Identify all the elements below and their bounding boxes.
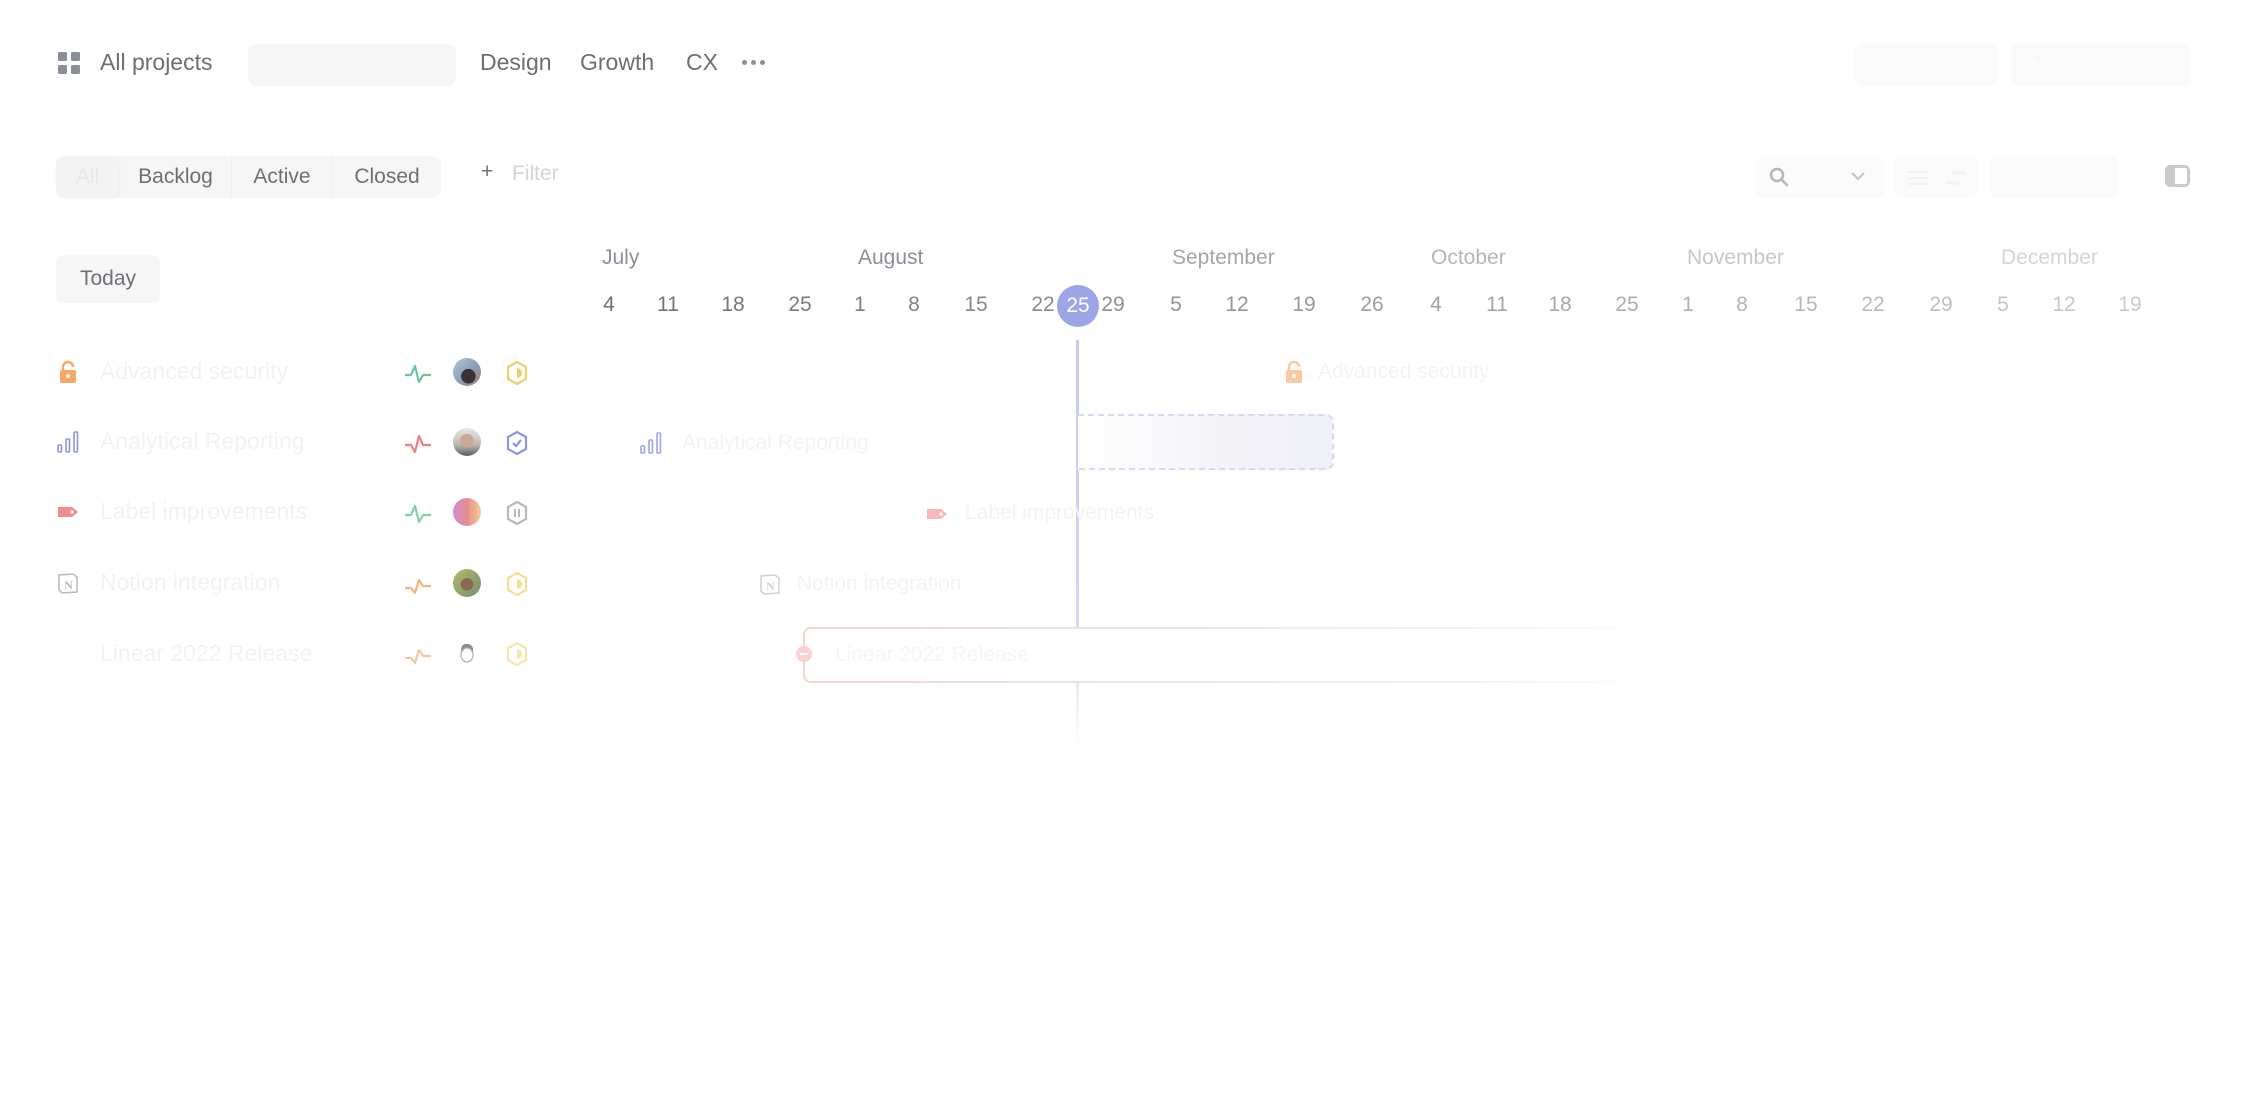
- release-start-handle[interactable]: [796, 646, 812, 662]
- day-label: 29: [1101, 293, 1125, 316]
- project-name[interactable]: Label improvements: [100, 498, 307, 525]
- list-view-icon[interactable]: [1906, 168, 1930, 188]
- tab-all[interactable]: All: [56, 156, 120, 198]
- status-paused-icon[interactable]: [505, 500, 529, 526]
- status-started-icon[interactable]: [505, 360, 529, 386]
- new-project-button[interactable]: +: [2011, 44, 2191, 86]
- day-label: 5: [1997, 293, 2009, 316]
- day-label: 4: [603, 293, 615, 316]
- day-label: 25: [1615, 293, 1639, 316]
- status-started-icon[interactable]: [505, 571, 529, 597]
- avatar[interactable]: [453, 498, 481, 526]
- health-on-track-icon[interactable]: [404, 503, 432, 525]
- day-label: 15: [964, 293, 988, 316]
- timeline-item-label[interactable]: Linear 2022 Release: [835, 643, 1029, 667]
- bar-chart-icon: [57, 431, 79, 453]
- view-toggle[interactable]: [1894, 156, 1978, 198]
- day-label: 1: [1682, 293, 1694, 316]
- timeline-bar[interactable]: [1078, 414, 1334, 470]
- day-label: 4: [1430, 293, 1442, 316]
- lock-icon: [60, 360, 76, 383]
- month-label: October: [1431, 246, 1506, 269]
- day-label: 26: [1360, 293, 1384, 316]
- search-icon: [1769, 167, 1789, 187]
- tab-active[interactable]: Active: [232, 156, 333, 198]
- all-projects-link[interactable]: All projects: [100, 49, 212, 76]
- day-label: 29: [1929, 293, 1953, 316]
- project-status-tabs: All Backlog Active Closed: [56, 156, 441, 198]
- team-tab-design[interactable]: Design: [480, 49, 552, 76]
- add-filter-button[interactable]: Filter: [512, 162, 559, 186]
- day-label: 1: [854, 293, 866, 316]
- day-label: 25: [788, 293, 812, 316]
- team-tab-growth[interactable]: Growth: [580, 49, 654, 76]
- day-label: 19: [2118, 293, 2142, 316]
- plus-icon: +: [2027, 52, 2039, 74]
- project-name[interactable]: Linear 2022 Release: [100, 640, 312, 667]
- day-label: 11: [657, 293, 679, 316]
- health-off-track-icon[interactable]: [404, 433, 432, 455]
- timeline-view-icon[interactable]: [1944, 168, 1968, 188]
- tag-icon: [58, 507, 78, 517]
- today-button[interactable]: Today: [56, 255, 160, 303]
- edit-button[interactable]: [1855, 44, 1998, 86]
- day-label: 8: [908, 293, 920, 316]
- status-started-icon[interactable]: [505, 641, 529, 667]
- notion-icon: N: [58, 573, 78, 594]
- current-team-tab[interactable]: [248, 44, 456, 86]
- month-label: September: [1172, 246, 1275, 269]
- day-label: 5: [1170, 293, 1182, 316]
- day-label: 11: [1486, 293, 1508, 316]
- chevron-down-icon: [1851, 172, 1865, 181]
- tab-closed[interactable]: Closed: [333, 156, 441, 198]
- day-label: 22: [1031, 293, 1055, 316]
- month-label: December: [2001, 246, 2098, 269]
- svg-text:N: N: [766, 579, 775, 593]
- timeline-item-label[interactable]: Analytical Reporting: [682, 431, 869, 455]
- status-completed-icon[interactable]: [505, 430, 529, 456]
- notion-icon: N: [760, 574, 780, 595]
- tag-icon: [927, 509, 947, 519]
- tab-backlog[interactable]: Backlog: [120, 156, 232, 198]
- sidebar-toggle-icon[interactable]: [2165, 165, 2190, 187]
- avatar[interactable]: [453, 639, 481, 667]
- day-label: 19: [1292, 293, 1316, 316]
- grid-icon[interactable]: [58, 52, 80, 74]
- month-label: November: [1687, 246, 1784, 269]
- month-label: August: [858, 246, 924, 269]
- timeline-item-label[interactable]: Notion integration: [797, 572, 962, 596]
- avatar[interactable]: [453, 428, 481, 456]
- search-select[interactable]: [1756, 156, 1884, 198]
- avatar[interactable]: [453, 569, 481, 597]
- day-label: 18: [1548, 293, 1572, 316]
- day-label: 8: [1736, 293, 1748, 316]
- day-label: 12: [2052, 293, 2076, 316]
- lock-icon: [1286, 360, 1302, 383]
- today-line: [1076, 340, 1079, 750]
- health-at-risk-icon[interactable]: [404, 644, 432, 666]
- day-label: 18: [721, 293, 745, 316]
- day-label: 22: [1861, 293, 1885, 316]
- health-on-track-icon[interactable]: [404, 363, 432, 385]
- timeline-item-label[interactable]: Advanced security: [1318, 360, 1490, 384]
- day-label: 12: [1225, 293, 1249, 316]
- today-marker: 25: [1057, 285, 1099, 327]
- more-horizontal-icon[interactable]: [742, 60, 765, 65]
- team-tab-cx[interactable]: CX: [686, 49, 718, 76]
- svg-text:N: N: [64, 578, 73, 592]
- project-name[interactable]: Advanced security: [100, 358, 288, 385]
- day-label: 15: [1794, 293, 1818, 316]
- project-name[interactable]: Notion integration: [100, 569, 280, 596]
- plus-icon[interactable]: +: [481, 160, 493, 184]
- edit-icon: [1871, 56, 1887, 72]
- bar-chart-icon: [640, 432, 662, 454]
- avatar[interactable]: [453, 358, 481, 386]
- month-label: July: [602, 246, 640, 269]
- health-at-risk-icon[interactable]: [404, 574, 432, 596]
- timeline-item-label[interactable]: Label improvements: [965, 501, 1154, 525]
- project-name[interactable]: Analytical Reporting: [100, 428, 305, 455]
- display-options-button[interactable]: [1989, 156, 2119, 198]
